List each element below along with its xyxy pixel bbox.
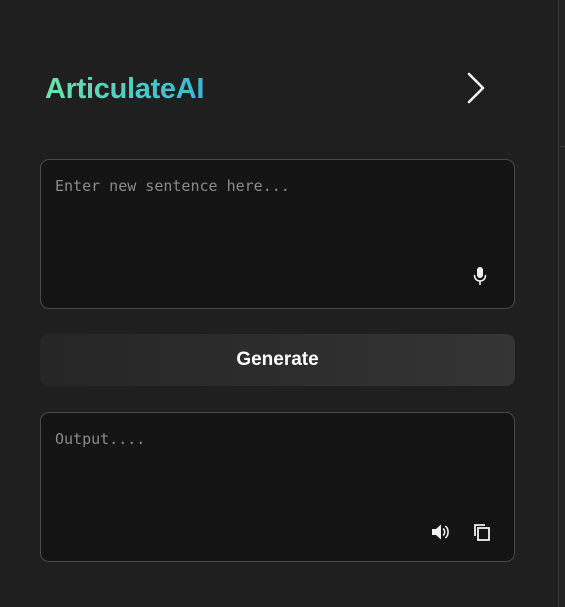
copy-output-button[interactable] [470, 520, 494, 544]
app-title: ArticulateAI [45, 70, 204, 108]
chevron-right-icon [467, 72, 485, 104]
speaker-icon [432, 524, 449, 540]
microphone-icon [473, 267, 487, 285]
copy-icon [474, 524, 490, 541]
microphone-button[interactable] [468, 264, 492, 288]
divider-mark [560, 146, 565, 147]
collapse-panel-button[interactable] [458, 66, 494, 110]
speak-output-button[interactable] [429, 520, 453, 544]
sentence-input-box [40, 159, 515, 309]
output-box [40, 412, 515, 562]
sentence-input[interactable] [41, 160, 514, 308]
generate-button[interactable]: Generate [40, 334, 515, 386]
panel-divider [558, 0, 565, 607]
